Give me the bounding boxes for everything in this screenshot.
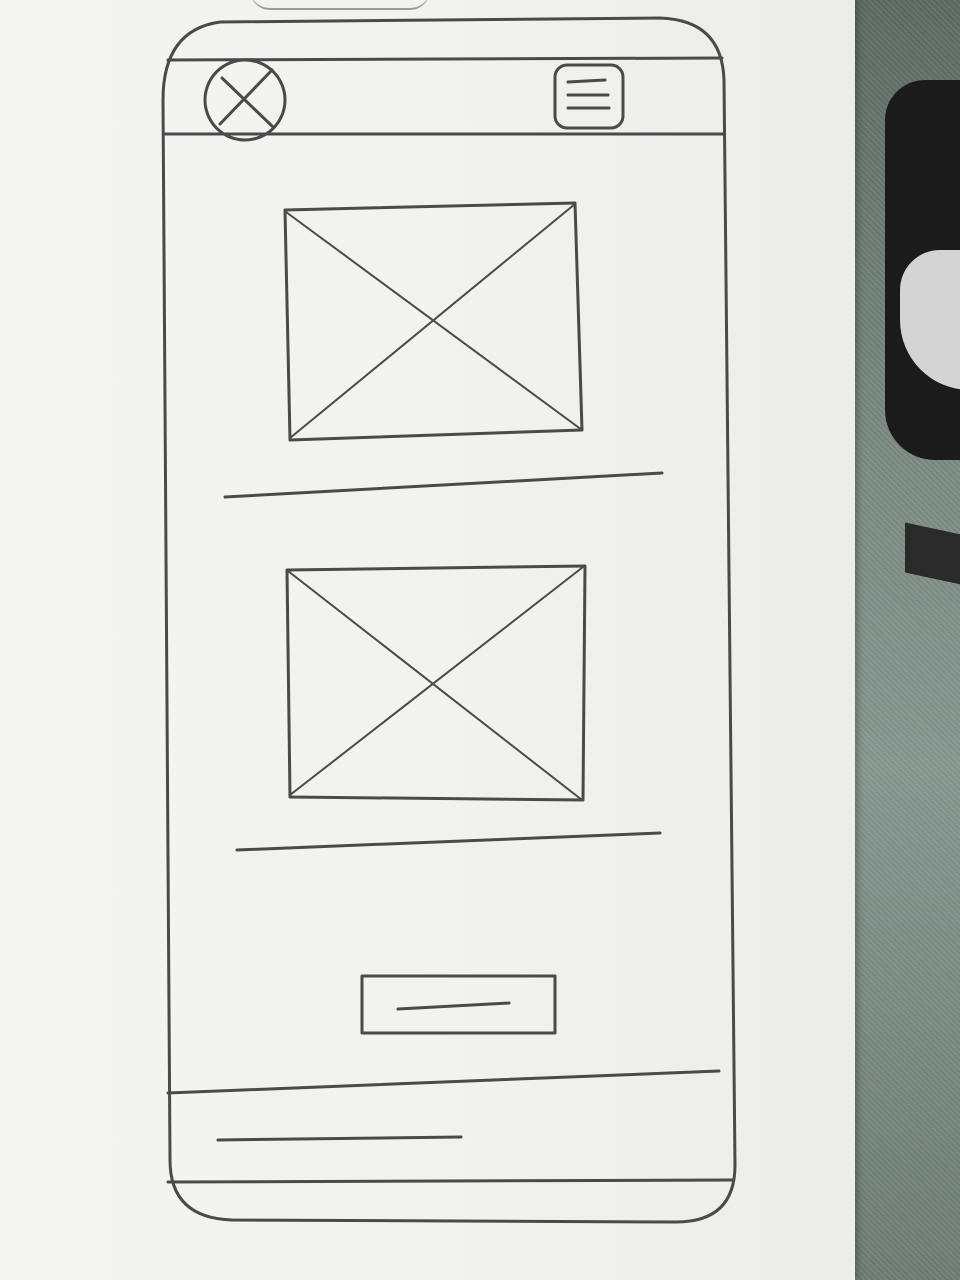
caption-line-1 (223, 471, 664, 499)
footer-text-placeholder (216, 1135, 463, 1142)
phone-wireframe-sketch (161, 16, 737, 1224)
image-placeholder-1 (283, 201, 584, 442)
action-button[interactable] (360, 974, 557, 1035)
hamburger-menu-icon[interactable] (553, 63, 625, 130)
footer-top-line (166, 1069, 721, 1095)
logo-placeholder-icon[interactable] (203, 58, 287, 142)
footer-bottom-line (166, 1178, 734, 1184)
button-label-placeholder (396, 1001, 511, 1011)
image-placeholder-2 (285, 564, 587, 802)
phone-frame (161, 16, 737, 1224)
caption-line-2 (235, 831, 662, 852)
